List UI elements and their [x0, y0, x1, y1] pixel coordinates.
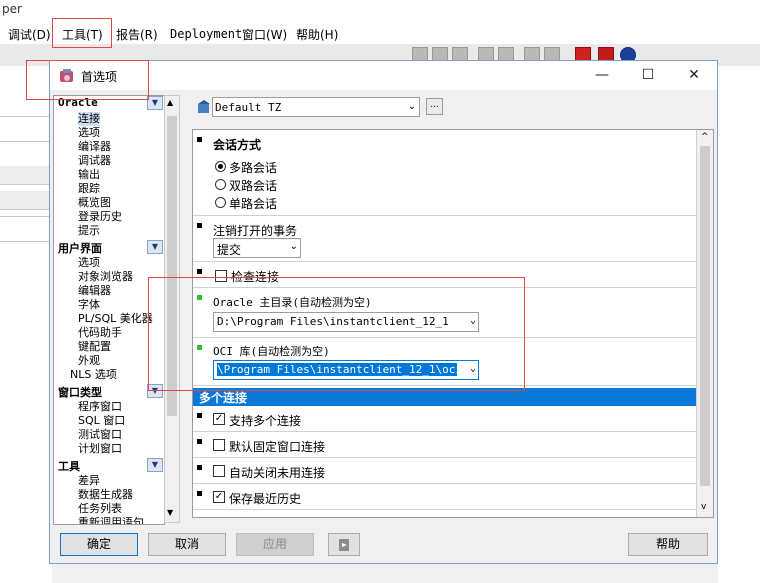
profile-options-button[interactable]: ... [426, 98, 443, 115]
tree-category-ui[interactable]: 用户界面 ▼ [54, 240, 164, 255]
import-export-icon [339, 539, 349, 551]
annotation-box [148, 277, 525, 391]
tree-item[interactable]: 测试窗口 [78, 428, 122, 442]
tree-item[interactable]: 编译器 [78, 140, 111, 154]
menu-reports[interactable]: 报告(R) [116, 26, 158, 43]
tree-item[interactable]: 程序窗口 [78, 400, 122, 414]
tree-item[interactable]: 概览图 [78, 196, 111, 210]
annotation-box [26, 60, 149, 100]
section-session-mode: 会话方式 多路会话 双路会话 单路会话 [193, 130, 696, 216]
menu-bar [0, 20, 760, 44]
tree-item[interactable]: 重新调用语句 [78, 516, 144, 524]
panel-scrollbar[interactable]: ^ v [696, 130, 713, 517]
scroll-up-icon[interactable]: ▲ [167, 98, 173, 107]
scroll-thumb[interactable] [700, 146, 710, 486]
option-row: ✓ 保存最近历史 [193, 484, 696, 510]
tree-item[interactable]: SQL 窗口 [78, 414, 125, 428]
scroll-down-icon[interactable]: v [701, 502, 706, 512]
tree-item[interactable]: 对象浏览器 [78, 270, 133, 284]
save-recent-history-checkbox[interactable]: ✓ [213, 491, 225, 503]
tree-item[interactable]: 提示 [78, 224, 100, 238]
dialog-title-bar: 首选项 — ☐ ✕ [50, 61, 717, 90]
scroll-down-icon[interactable]: ▼ [167, 508, 173, 517]
tree-item[interactable]: 字体 [78, 298, 100, 312]
tree-category-tools[interactable]: 工具 ▼ [54, 458, 164, 473]
help-button[interactable]: 帮助 [628, 533, 708, 556]
apply-button[interactable]: 应用 [236, 533, 314, 556]
tree-item[interactable]: 任务列表 [78, 502, 122, 516]
tree-item[interactable]: 数据生成器 [78, 488, 133, 502]
collapse-icon[interactable]: ▼ [147, 96, 163, 110]
option-row: ✓ 支持多个连接 [193, 406, 696, 432]
transaction-select[interactable]: 提交 ⌄ [213, 238, 301, 258]
tree-item[interactable]: 编辑器 [78, 284, 111, 298]
tree-item[interactable]: NLS 选项 [70, 368, 117, 382]
close-button[interactable]: ✕ [671, 61, 717, 90]
chevron-down-icon: ⌄ [289, 241, 298, 252]
tree-item[interactable]: 代码助手 [78, 326, 122, 340]
menu-debug[interactable]: 调试(D) [8, 26, 51, 43]
menu-help[interactable]: 帮助(H) [296, 26, 338, 43]
collapse-icon[interactable]: ▼ [147, 458, 163, 472]
tree-item[interactable]: 登录历史 [78, 210, 122, 224]
app-title: per [2, 2, 22, 16]
tree-item[interactable]: 选项 [78, 256, 100, 270]
tree-item[interactable]: 键配置 [78, 340, 111, 354]
tree-item[interactable]: 计划窗口 [78, 442, 122, 456]
section-open-transactions: 注销打开的事务 提交 ⌄ [193, 216, 696, 262]
import-export-button[interactable] [328, 533, 360, 556]
auto-close-unused-checkbox[interactable] [213, 465, 225, 477]
menu-window[interactable]: 窗口(W) [242, 26, 287, 43]
chevron-down-icon: ⌄ [407, 101, 416, 112]
radio-single-session[interactable] [215, 197, 226, 208]
tree-item-connection[interactable]: 连接 [78, 112, 100, 126]
profile-icon [198, 100, 210, 113]
background-area [718, 66, 760, 583]
tree-item[interactable]: 差异 [78, 474, 100, 488]
scroll-up-icon[interactable]: ^ [701, 132, 709, 142]
tree-item[interactable]: 调试器 [78, 154, 111, 168]
ok-button[interactable]: 确定 [60, 533, 138, 556]
option-row: 默认固定窗口连接 [193, 432, 696, 458]
radio-multi-session[interactable] [215, 161, 226, 172]
tree-item[interactable]: 外观 [78, 354, 100, 368]
app-title-bar: per [0, 0, 760, 20]
radio-dual-session[interactable] [215, 179, 226, 190]
minimize-button[interactable]: — [579, 61, 625, 90]
collapse-icon[interactable]: ▼ [147, 240, 163, 254]
cancel-button[interactable]: 取消 [148, 533, 226, 556]
default-fixed-window-checkbox[interactable] [213, 439, 225, 451]
tree-item[interactable]: 跟踪 [78, 182, 100, 196]
maximize-button[interactable]: ☐ [625, 61, 671, 90]
tree-item[interactable]: PL/SQL 美化器 [78, 312, 153, 326]
tree-item[interactable]: 输出 [78, 168, 100, 182]
menu-deployment[interactable]: Deployment [170, 27, 242, 41]
option-row: 自动关闭未用连接 [193, 458, 696, 484]
support-multi-connection-checkbox[interactable]: ✓ [213, 413, 225, 425]
annotation-box [52, 18, 112, 48]
profile-select[interactable]: Default TZ ⌄ [212, 97, 420, 117]
left-pane [0, 66, 52, 583]
tree-item[interactable]: 选项 [78, 126, 100, 140]
